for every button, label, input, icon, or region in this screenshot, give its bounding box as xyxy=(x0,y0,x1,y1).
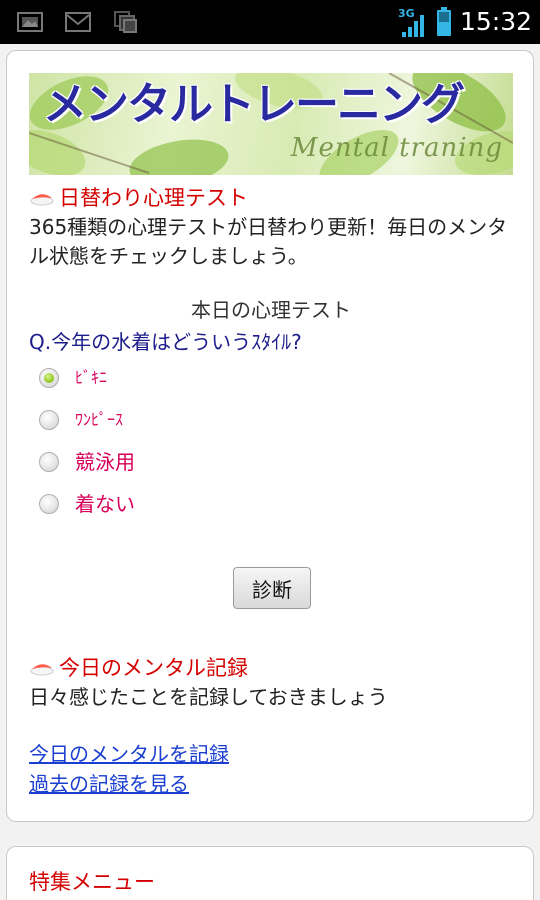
option-bikini[interactable]: ﾋﾞｷﾆ xyxy=(39,363,107,393)
status-right: 3G 15:32 xyxy=(398,4,532,40)
past-records-link[interactable]: 過去の記録を見る xyxy=(29,771,189,797)
radio-none[interactable] xyxy=(39,494,59,514)
option-label: 着ない xyxy=(75,492,135,516)
diagnose-button[interactable]: 診断 xyxy=(233,567,311,609)
special-menu-card: 特集メニュー xyxy=(6,846,534,900)
sushi-icon xyxy=(30,664,54,676)
battery-icon xyxy=(436,7,451,36)
question-text: Q.今年の水着はどういうｽﾀｲﾙ? xyxy=(29,330,302,354)
status-bar: 3G 15:32 xyxy=(0,0,540,44)
mental-record-description: 日々感じたことを記録しておきましょう xyxy=(29,685,388,709)
mail-icon xyxy=(65,12,91,32)
mental-record-heading: 今日のメンタル記録 xyxy=(29,655,248,681)
option-onepiece[interactable]: ﾜﾝﾋﾟｰｽ xyxy=(39,405,123,435)
radio-onepiece[interactable] xyxy=(39,410,59,430)
banner-subtitle: Mental traning xyxy=(290,133,503,163)
stack-icon xyxy=(114,11,137,33)
banner: メンタルトレーニング Mental traning xyxy=(29,73,513,175)
daily-test-heading: 日替わり心理テスト xyxy=(29,185,248,211)
banner-title: メンタルトレーニング xyxy=(43,79,465,130)
radio-competitive[interactable] xyxy=(39,452,59,472)
network-label: 3G xyxy=(398,7,415,20)
today-test-label: 本日の心理テスト xyxy=(191,298,351,322)
record-today-link[interactable]: 今日のメンタルを記録 xyxy=(29,741,229,767)
gallery-icon xyxy=(17,12,43,32)
option-competitive[interactable]: 競泳用 xyxy=(39,447,135,477)
status-left-icons xyxy=(16,10,140,34)
sushi-icon xyxy=(30,194,54,206)
main-card: メンタルトレーニング Mental traning 日替わり心理テスト 365種… xyxy=(6,50,534,822)
signal-icon: 3G xyxy=(398,7,424,37)
daily-test-title: 日替わり心理テスト xyxy=(59,186,248,210)
option-label: ﾋﾞｷﾆ xyxy=(75,368,108,387)
option-none[interactable]: 着ない xyxy=(39,489,135,519)
daily-test-description: 365種類の心理テストが日替わり更新！毎日のメンタル状態をチェックしましょう。 xyxy=(29,215,508,268)
special-menu-title: 特集メニュー xyxy=(29,870,155,894)
radio-bikini[interactable] xyxy=(39,368,59,388)
clock: 15:32 xyxy=(459,7,532,36)
option-label: 競泳用 xyxy=(75,450,135,474)
option-label: ﾜﾝﾋﾟｰｽ xyxy=(75,410,124,429)
mental-record-title: 今日のメンタル記録 xyxy=(59,656,248,680)
